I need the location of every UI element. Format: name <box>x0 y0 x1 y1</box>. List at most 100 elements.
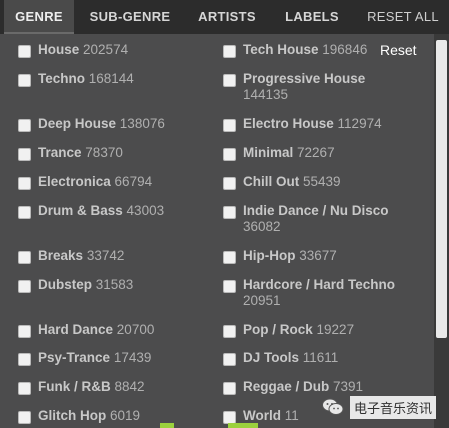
genre-checkbox[interactable] <box>18 119 31 132</box>
reset-all-button[interactable]: RESET ALL <box>362 0 444 34</box>
genre-item[interactable]: Trance 78370 <box>18 145 218 161</box>
genre-checkbox[interactable] <box>223 148 236 161</box>
genre-count: 36082 <box>243 219 281 234</box>
genre-item[interactable]: Indie Dance / Nu Disco 36082 <box>223 203 403 235</box>
genre-item[interactable]: House 202574 <box>18 42 218 58</box>
genre-checkbox[interactable] <box>18 325 31 338</box>
genre-item[interactable]: Electronica 66794 <box>18 174 218 190</box>
genre-label: Drum & Bass 43003 <box>38 203 164 219</box>
genre-label: Pop / Rock 19227 <box>243 322 354 338</box>
reset-button[interactable]: Reset <box>380 42 417 58</box>
genre-count: 31583 <box>95 277 134 292</box>
genre-label: Psy-Trance 17439 <box>38 350 151 366</box>
genre-name: Hip-Hop <box>243 248 296 263</box>
genre-checkbox[interactable] <box>223 353 236 366</box>
genre-item[interactable]: Dubstep 31583 <box>18 277 218 293</box>
genre-checkbox[interactable] <box>223 45 236 58</box>
genre-item[interactable]: Chill Out 55439 <box>223 174 403 190</box>
genre-checkbox[interactable] <box>18 74 31 87</box>
genre-count: 138076 <box>119 116 165 131</box>
genre-name: Dubstep <box>38 277 92 292</box>
genre-count: 196846 <box>322 42 368 57</box>
genre-name: Techno <box>38 71 85 86</box>
genre-label: Deep House 138076 <box>38 116 165 132</box>
genre-checkbox[interactable] <box>18 280 31 293</box>
genre-checkbox[interactable] <box>18 45 31 58</box>
genre-item[interactable]: Progressive House 144135 <box>223 71 403 103</box>
genre-checkbox[interactable] <box>18 411 31 424</box>
genre-name: House <box>38 42 80 57</box>
genre-item[interactable]: Hard Dance 20700 <box>18 322 218 338</box>
genre-name: Progressive House <box>243 71 366 86</box>
genre-checkbox[interactable] <box>223 251 236 264</box>
genre-item[interactable]: Minimal 72267 <box>223 145 403 161</box>
genre-label: Electronica 66794 <box>38 174 152 190</box>
tab-labels[interactable]: LABELS <box>280 0 344 34</box>
genre-name: Psy-Trance <box>38 350 111 365</box>
genre-checkbox[interactable] <box>223 325 236 338</box>
genre-label: Trance 78370 <box>38 145 123 161</box>
genre-item[interactable]: Psy-Trance 17439 <box>18 350 218 366</box>
genre-item[interactable]: DJ Tools 11611 <box>223 350 403 366</box>
genre-item[interactable]: Pop / Rock 19227 <box>223 322 403 338</box>
genre-name: Reggae / Dub <box>243 379 330 394</box>
tab-genre[interactable]: GENRE <box>4 0 74 34</box>
genre-item[interactable]: Hardcore / Hard Techno 20951 <box>223 277 403 309</box>
genre-checkbox[interactable] <box>223 206 236 219</box>
genre-item[interactable]: Techno 168144 <box>18 71 218 87</box>
genre-item[interactable]: Electro House 112974 <box>223 116 403 132</box>
genre-count: 19227 <box>316 322 355 337</box>
genre-checkbox[interactable] <box>18 206 31 219</box>
genre-checkbox[interactable] <box>223 177 236 190</box>
genre-count: 72267 <box>297 145 335 160</box>
genre-count: 11611 <box>302 350 339 365</box>
genre-name: Hard Dance <box>38 322 114 337</box>
genre-checkbox[interactable] <box>18 177 31 190</box>
genre-count: 20951 <box>243 293 281 308</box>
genre-checkbox[interactable] <box>18 353 31 366</box>
genre-item[interactable]: Glitch Hop 6019 <box>18 408 218 424</box>
genre-name: DJ Tools <box>243 350 300 365</box>
genre-count: 168144 <box>88 71 134 86</box>
genre-checkbox[interactable] <box>18 382 31 395</box>
genre-item[interactable]: Deep House 138076 <box>18 116 218 132</box>
genre-name: Deep House <box>38 116 117 131</box>
genre-item[interactable]: Drum & Bass 43003 <box>18 203 218 219</box>
genre-count: 33742 <box>86 248 125 263</box>
genre-checkbox[interactable] <box>223 119 236 132</box>
genre-name: Chill Out <box>243 174 300 189</box>
genre-label: Hardcore / Hard Techno 20951 <box>243 277 403 309</box>
genre-checkbox[interactable] <box>223 280 236 293</box>
genre-name: Indie Dance / Nu Disco <box>243 203 389 218</box>
genre-checkbox[interactable] <box>223 382 236 395</box>
genre-name: Glitch Hop <box>38 408 107 423</box>
genre-checkbox[interactable] <box>18 251 31 264</box>
wechat-icon <box>322 398 344 415</box>
genre-name: Pop / Rock <box>243 322 313 337</box>
scrollbar-thumb[interactable] <box>436 40 447 338</box>
genre-item[interactable]: Breaks 33742 <box>18 248 218 264</box>
genre-label: Electro House 112974 <box>243 116 382 132</box>
tab-artists[interactable]: ARTISTS <box>192 0 262 34</box>
genre-count: 112974 <box>337 116 382 131</box>
genre-count: 8842 <box>114 379 145 394</box>
accent-bar <box>228 423 258 428</box>
tab-sub-genre[interactable]: SUB-GENRE <box>84 0 176 34</box>
genre-label: Funk / R&B 8842 <box>38 379 145 395</box>
genre-item[interactable]: Funk / R&B 8842 <box>18 379 218 395</box>
genre-label: Minimal 72267 <box>243 145 335 161</box>
genre-item[interactable]: Tech House 196846 <box>223 42 403 58</box>
genre-item[interactable]: Hip-Hop 33677 <box>223 248 403 264</box>
genre-count: 33677 <box>299 248 337 263</box>
genre-count: 144135 <box>243 87 289 102</box>
genre-label: Hard Dance 20700 <box>38 322 154 338</box>
genre-checkbox[interactable] <box>223 74 236 87</box>
genre-label: Chill Out 55439 <box>243 174 341 190</box>
genre-item[interactable]: Reggae / Dub 7391 <box>223 379 403 395</box>
genre-label: House 202574 <box>38 42 128 58</box>
genre-count: 7391 <box>333 379 364 394</box>
watermark-text: 电子音乐资讯 <box>350 395 437 419</box>
genre-count: 6019 <box>110 408 141 423</box>
genre-checkbox[interactable] <box>18 148 31 161</box>
genre-count: 17439 <box>113 350 152 365</box>
